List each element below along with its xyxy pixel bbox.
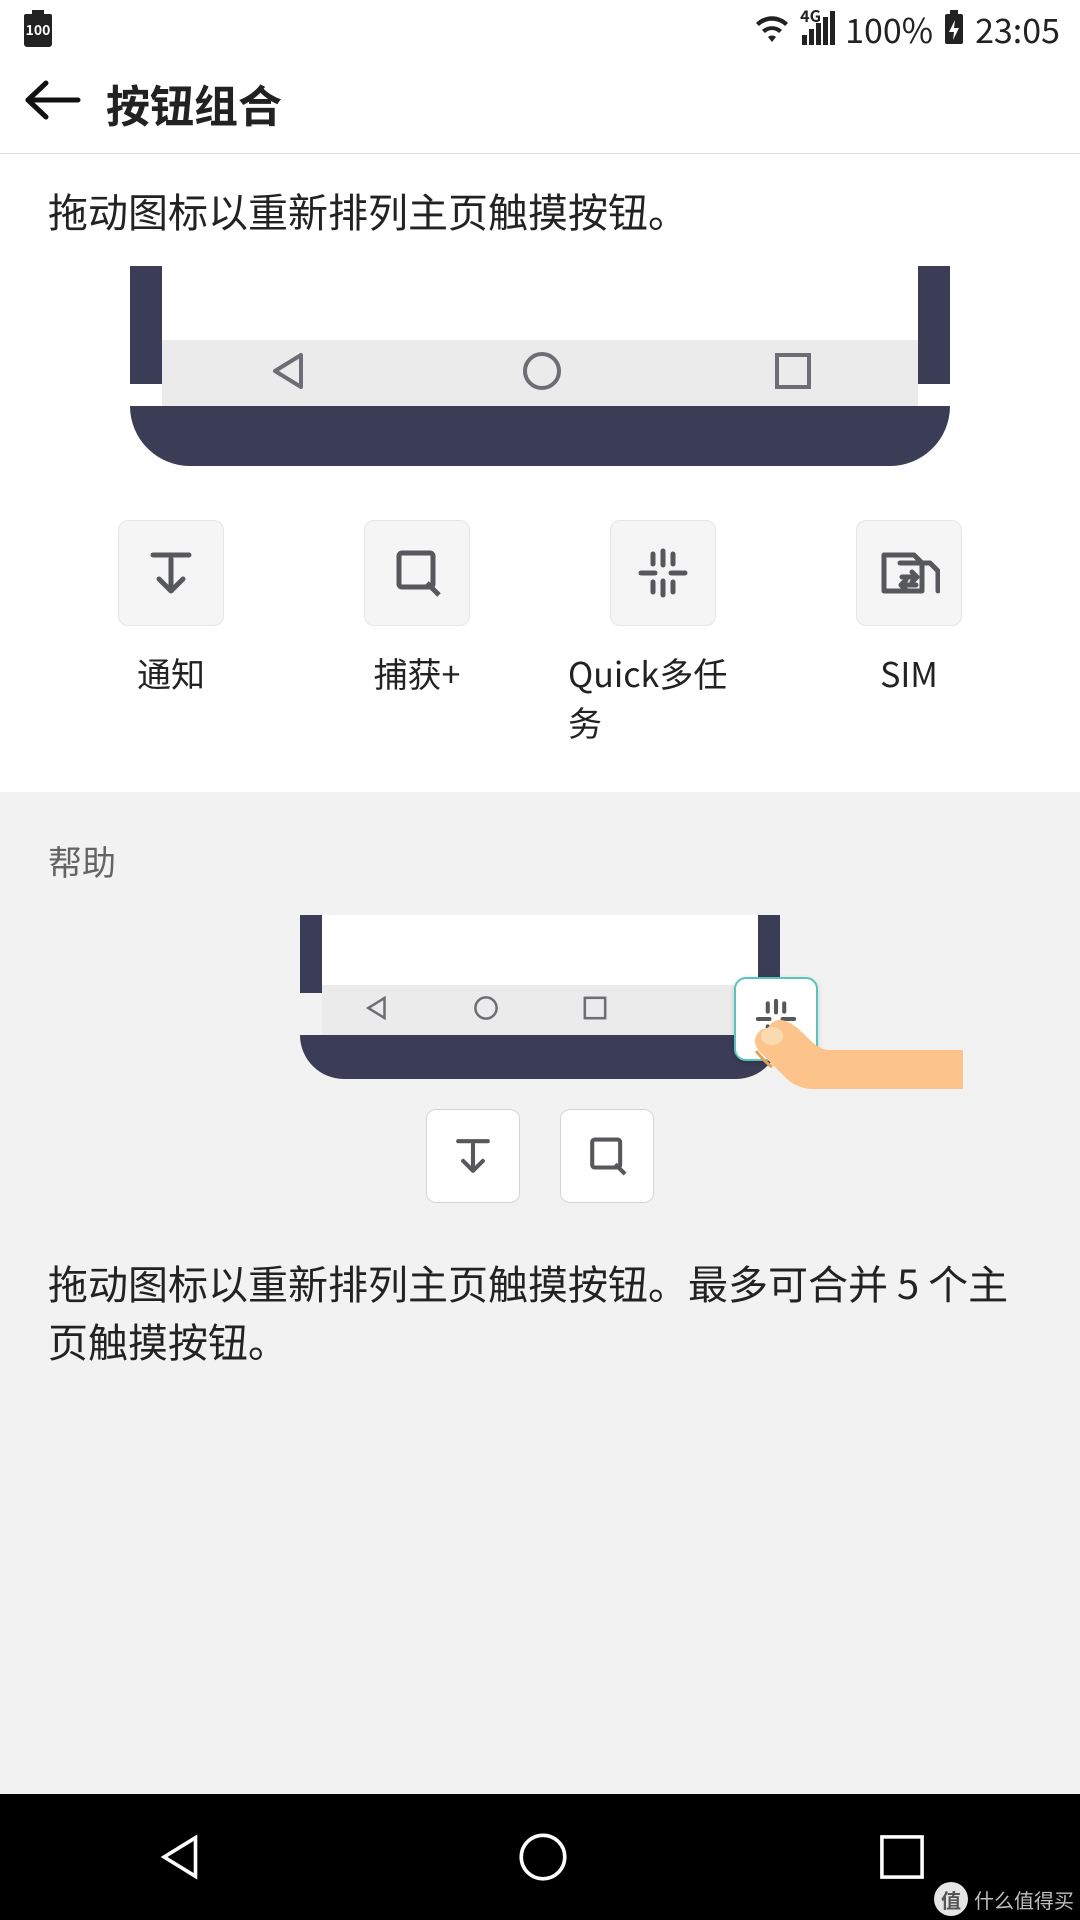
- watermark-badge: 值: [934, 1882, 968, 1916]
- watermark: 值 什么值得买: [934, 1882, 1074, 1916]
- battery-percent: 100%: [845, 4, 933, 53]
- back-button[interactable]: [24, 77, 82, 128]
- tray-label: 通知: [137, 648, 205, 697]
- battery-charging-icon: [943, 10, 965, 46]
- nav-home-icon: [471, 993, 501, 1028]
- battery-indicator-icon: 100: [20, 8, 56, 48]
- nav-back-icon: [362, 993, 392, 1028]
- phone-preview: [130, 266, 950, 466]
- tray-label: SIM: [880, 648, 938, 697]
- tray-label: Quick多任务: [568, 648, 758, 746]
- status-bar: 100 4G 100% 23:05: [0, 0, 1080, 56]
- quick-memo-icon: [610, 520, 716, 626]
- wifi-icon: [752, 12, 792, 44]
- sim-switch-icon: [856, 520, 962, 626]
- tray-notification[interactable]: 通知: [76, 520, 266, 746]
- help-description: 拖动图标以重新排列主页触摸按钮。最多可合并 5 个主页触摸按钮。: [48, 1253, 1032, 1369]
- tray-label: 捕获+: [374, 648, 461, 697]
- system-home-button[interactable]: [514, 1828, 572, 1886]
- cell-signal-icon: 4G: [802, 11, 835, 45]
- help-section: 帮助: [0, 792, 1080, 1794]
- help-illustration: [220, 915, 860, 1079]
- notification-pull-icon[interactable]: [426, 1109, 520, 1203]
- system-back-button[interactable]: [152, 1828, 210, 1886]
- app-bar: 按钮组合: [0, 56, 1080, 154]
- tray-capture-plus[interactable]: 捕获+: [322, 520, 512, 746]
- system-nav-bar: 值 什么值得买: [0, 1794, 1080, 1920]
- notification-pull-icon: [118, 520, 224, 626]
- tray-quick-multitask[interactable]: Quick多任务: [568, 520, 758, 746]
- nav-home-icon[interactable]: [518, 347, 566, 400]
- tray-sim[interactable]: SIM: [814, 520, 1004, 746]
- nav-back-icon[interactable]: [265, 347, 313, 400]
- nav-recent-icon[interactable]: [771, 349, 815, 398]
- nav-recent-icon: [581, 994, 609, 1027]
- help-title: 帮助: [48, 836, 1032, 885]
- capture-plus-icon: [364, 520, 470, 626]
- arrange-section: 拖动图标以重新排列主页触摸按钮。: [0, 154, 1080, 792]
- instruction-text: 拖动图标以重新排列主页触摸按钮。: [48, 184, 1032, 236]
- page-title: 按钮组合: [106, 71, 282, 135]
- system-recent-button[interactable]: [876, 1831, 928, 1883]
- capture-plus-icon[interactable]: [560, 1109, 654, 1203]
- svg-text:100: 100: [26, 20, 51, 40]
- clock: 23:05: [975, 4, 1060, 53]
- button-tray: 通知 捕获+: [48, 520, 1032, 746]
- hand-pointer-icon: [750, 1010, 970, 1155]
- watermark-text: 什么值得买: [974, 1885, 1074, 1914]
